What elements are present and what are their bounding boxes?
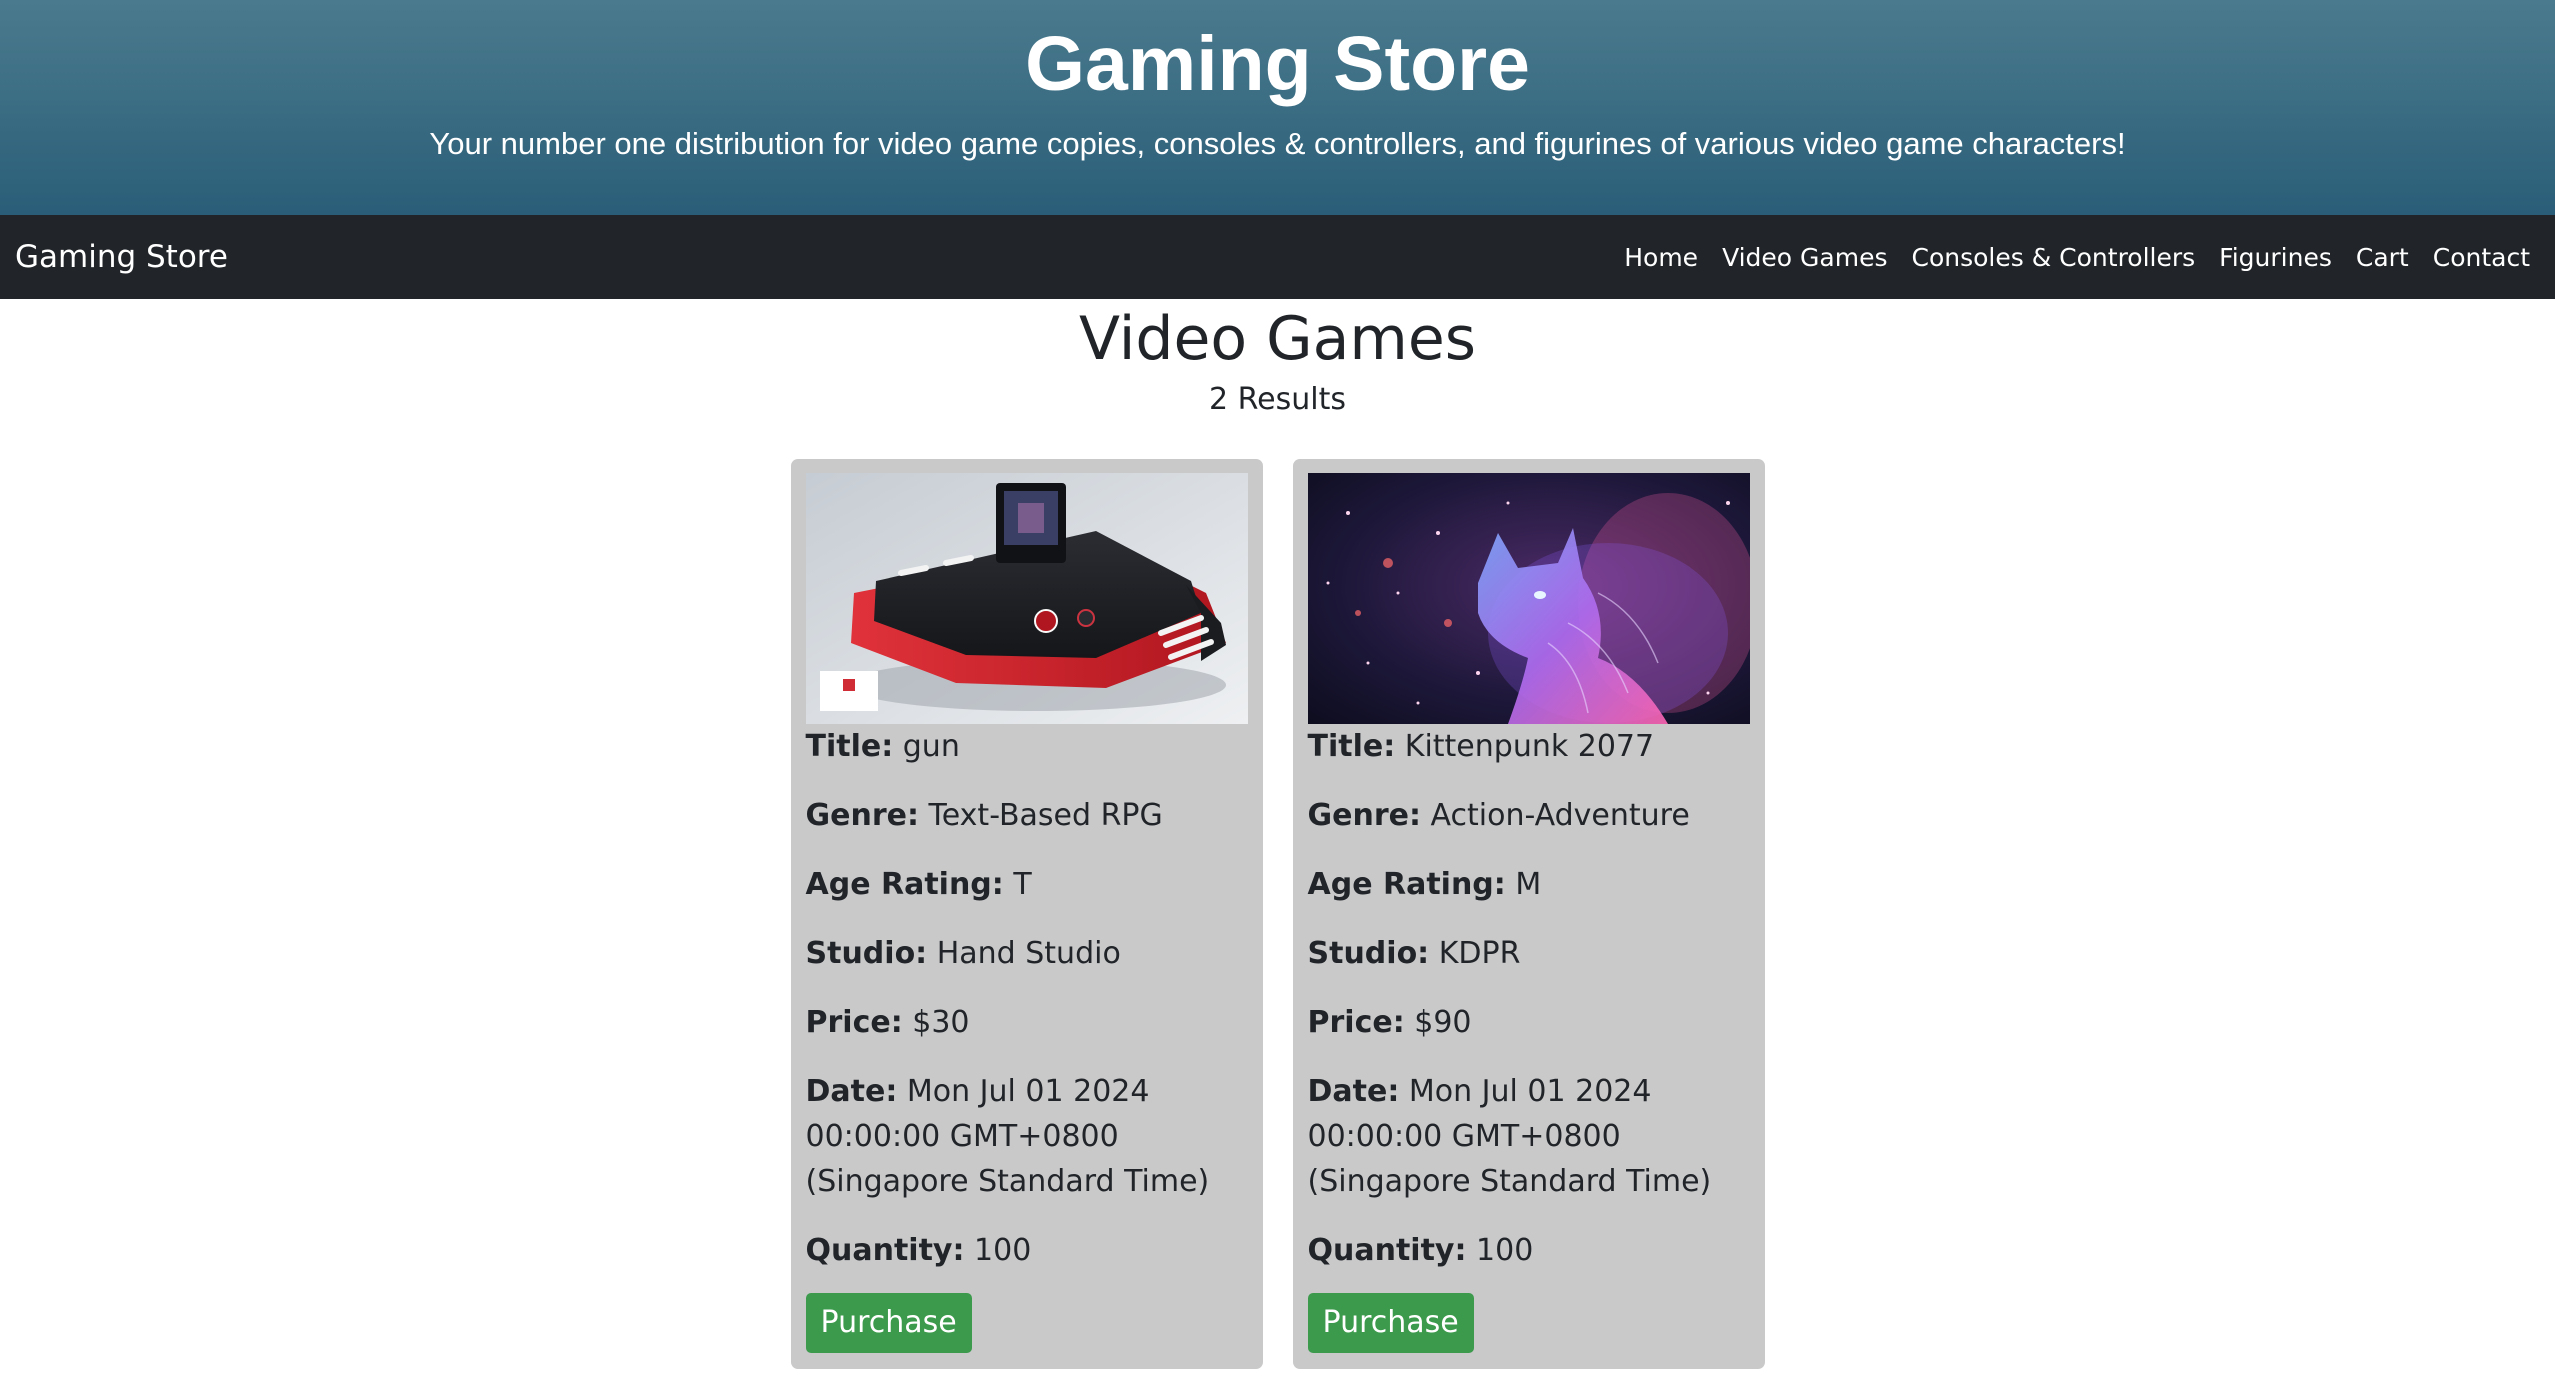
nav-link-video-games[interactable]: Video Games xyxy=(1722,243,1887,272)
price-label: Price: xyxy=(1307,1005,1405,1040)
nav-link-home[interactable]: Home xyxy=(1624,243,1698,272)
product-age-rating: Age Rating: T xyxy=(806,862,1248,907)
site-header: Gaming Store Your number one distributio… xyxy=(0,0,2555,215)
product-list: Title: gun Genre: Text-Based RPG Age Rat… xyxy=(0,459,2555,1369)
product-date: Date: Mon Jul 01 2024 00:00:00 GMT+0800 … xyxy=(1308,1069,1750,1204)
purchase-button[interactable]: Purchase xyxy=(1307,1293,1474,1353)
cosmic-cat-image xyxy=(1307,473,1750,724)
product-price: Price: $30 xyxy=(806,1000,1248,1045)
price-value: $90 xyxy=(1414,1005,1472,1040)
product-genre: Genre: Text-Based RPG xyxy=(806,793,1248,838)
price-value: $30 xyxy=(912,1005,970,1040)
quantity-value: 100 xyxy=(974,1233,1032,1268)
title-value: gun xyxy=(902,729,960,764)
results-count: 2 Results xyxy=(1209,382,1346,417)
title-label: Title: xyxy=(1307,729,1396,764)
quantity-label: Quantity: xyxy=(805,1233,965,1268)
studio-value: KDPR xyxy=(1438,936,1521,971)
site-title: Gaming Store xyxy=(1025,21,1530,107)
product-age-rating: Age Rating: M xyxy=(1308,862,1750,907)
product-genre: Genre: Action-Adventure xyxy=(1308,793,1750,838)
product-card: Title: gun Genre: Text-Based RPG Age Rat… xyxy=(790,459,1263,1369)
nav-links: Home Video Games Consoles & Controllers … xyxy=(1624,243,2540,272)
product-image-cat xyxy=(1307,473,1750,724)
game-console-image xyxy=(805,473,1248,724)
age-rating-value: M xyxy=(1515,867,1542,902)
nav-link-figurines[interactable]: Figurines xyxy=(2219,243,2332,272)
quantity-label: Quantity: xyxy=(1307,1233,1467,1268)
age-rating-value: T xyxy=(1013,867,1032,902)
title-value: Kittenpunk 2077 xyxy=(1404,729,1655,764)
product-quantity: Quantity: 100 xyxy=(1308,1228,1750,1273)
age-rating-label: Age Rating: xyxy=(805,867,1004,902)
page-heading: Video Games 2 Results xyxy=(0,304,2555,418)
product-date: Date: Mon Jul 01 2024 00:00:00 GMT+0800 … xyxy=(806,1069,1248,1204)
genre-label: Genre: xyxy=(1307,798,1421,833)
product-quantity: Quantity: 100 xyxy=(806,1228,1248,1273)
nav-link-contact[interactable]: Contact xyxy=(2433,243,2530,272)
product-card: Title: Kittenpunk 2077 Genre: Action-Adv… xyxy=(1292,459,1765,1369)
product-studio: Studio: Hand Studio xyxy=(806,931,1248,976)
studio-label: Studio: xyxy=(1307,936,1430,971)
genre-value: Action-Adventure xyxy=(1430,798,1690,833)
title-label: Title: xyxy=(805,729,894,764)
page-title: Video Games xyxy=(1078,304,1477,374)
price-label: Price: xyxy=(805,1005,903,1040)
nav-link-cart[interactable]: Cart xyxy=(2356,243,2409,272)
nav-link-consoles-controllers[interactable]: Consoles & Controllers xyxy=(1912,243,2196,272)
product-title: Title: gun xyxy=(806,724,1248,769)
purchase-button[interactable]: Purchase xyxy=(805,1293,972,1353)
date-label: Date: xyxy=(1307,1074,1400,1109)
product-title: Title: Kittenpunk 2077 xyxy=(1308,724,1750,769)
quantity-value: 100 xyxy=(1476,1233,1534,1268)
product-image-console xyxy=(805,473,1248,724)
product-price: Price: $90 xyxy=(1308,1000,1750,1045)
studio-label: Studio: xyxy=(805,936,928,971)
product-studio: Studio: KDPR xyxy=(1308,931,1750,976)
age-rating-label: Age Rating: xyxy=(1307,867,1506,902)
studio-value: Hand Studio xyxy=(936,936,1121,971)
date-label: Date: xyxy=(805,1074,898,1109)
site-tagline: Your number one distribution for video g… xyxy=(429,126,2126,161)
genre-value: Text-Based RPG xyxy=(928,798,1163,833)
main-navbar: Gaming Store Home Video Games Consoles &… xyxy=(0,215,2555,299)
genre-label: Genre: xyxy=(805,798,919,833)
navbar-brand[interactable]: Gaming Store xyxy=(15,239,228,275)
